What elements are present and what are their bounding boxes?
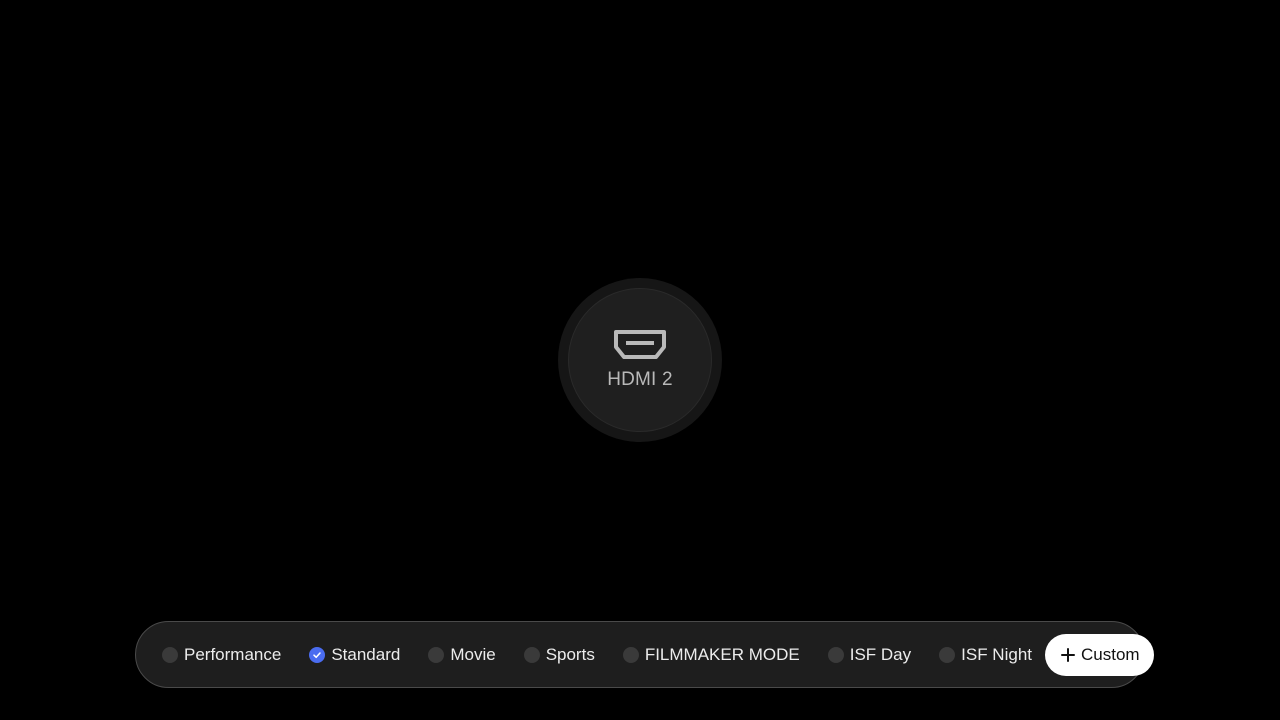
radio-icon <box>827 646 844 663</box>
input-source-circle: HDMI 2 <box>568 288 712 432</box>
hdmi-icon <box>614 330 666 359</box>
custom-mode-button[interactable]: Custom <box>1045 633 1154 676</box>
mode-standard[interactable]: Standard <box>309 634 400 676</box>
radio-icon <box>939 646 956 663</box>
mode-label: Sports <box>545 644 595 664</box>
mode-label: Movie <box>450 644 496 664</box>
mode-filmmaker[interactable]: FILMMAKER MODE <box>622 634 800 676</box>
tv-screen: HDMI 2 Performance Standard Movie Sports <box>0 0 1280 720</box>
mode-movie[interactable]: Movie <box>428 634 496 676</box>
mode-performance[interactable]: Performance <box>162 634 281 676</box>
radio-icon <box>523 646 540 663</box>
custom-label: Custom <box>1081 644 1140 664</box>
mode-isf-night[interactable]: ISF Night <box>939 634 1032 676</box>
plus-icon <box>1061 647 1075 662</box>
mode-sports[interactable]: Sports <box>523 634 595 676</box>
mode-label: ISF Day <box>849 644 912 664</box>
input-source-label: HDMI 2 <box>607 369 673 390</box>
radio-icon <box>428 646 445 663</box>
radio-icon <box>162 646 178 663</box>
input-source-badge: HDMI 2 <box>558 278 722 442</box>
picture-mode-bar: Performance Standard Movie Sports FILMMA… <box>135 621 1154 688</box>
check-icon <box>309 646 326 663</box>
mode-label: ISF Night <box>961 644 1032 664</box>
radio-icon <box>622 646 639 663</box>
mode-label: Performance <box>184 644 282 664</box>
mode-isf-day[interactable]: ISF Day <box>827 634 912 676</box>
mode-label: Standard <box>331 644 401 664</box>
mode-label: FILMMAKER MODE <box>644 644 800 664</box>
